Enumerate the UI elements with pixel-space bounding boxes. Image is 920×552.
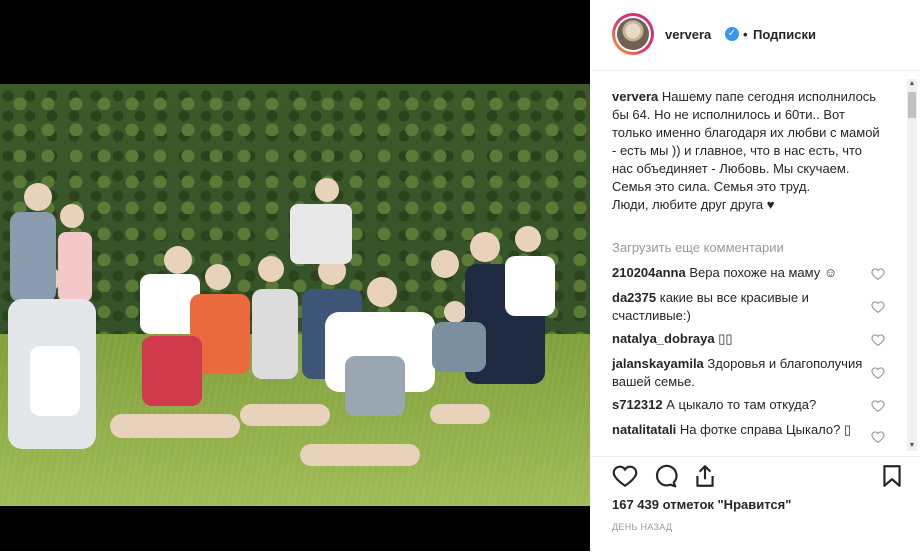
comments-list[interactable]: ververa Нашему папе сегодня исполнилось … — [590, 71, 920, 456]
comment-username[interactable]: da2375 — [612, 290, 656, 305]
scroll-down-arrow-icon[interactable]: ▼ — [907, 441, 917, 451]
comment-text: На фотке справа Цыкало? ▯ — [679, 422, 852, 437]
comment-username[interactable]: 210204anna — [612, 265, 686, 280]
likes-count[interactable]: 167 439 отметок "Нравится" — [612, 497, 791, 512]
share-icon[interactable] — [692, 463, 718, 489]
comment-like-heart-icon[interactable] — [871, 399, 885, 413]
scroll-up-arrow-icon[interactable]: ▲ — [907, 79, 917, 89]
comment-username[interactable]: natalitatali — [612, 422, 676, 437]
comment-text: ▯▯ — [718, 331, 733, 346]
following-button[interactable]: Подписки — [753, 27, 816, 42]
post-timestamp[interactable]: ДЕНЬ НАЗАД — [612, 522, 672, 532]
caption-line-3: Люди, любите друг друга ♥ — [612, 197, 775, 212]
post-caption: ververa Нашему папе сегодня исполнилось … — [612, 88, 882, 214]
comments-scrollbar[interactable]: ▲ ▼ — [907, 79, 917, 451]
comment-like-heart-icon[interactable] — [871, 300, 885, 314]
media-area — [0, 0, 590, 551]
comment-icon[interactable] — [652, 463, 678, 489]
comment-username[interactable]: s712312 — [612, 397, 663, 412]
comment-item: 210204anna Вера похоже на маму ☺ — [612, 264, 874, 282]
comment-item: s712312 А цыкало то там откуда? — [612, 396, 874, 414]
comment-text: А цыкало то там откуда? — [666, 397, 817, 412]
separator-dot: • — [743, 27, 748, 42]
verified-badge-icon: ✓ — [725, 27, 739, 41]
heart-icon[interactable] — [612, 463, 638, 489]
comment-item: natalya_dobraya ▯▯ — [612, 330, 874, 348]
post-photo[interactable] — [0, 84, 590, 506]
comment-item: da2375 какие вы все красивые и счастливы… — [612, 289, 874, 325]
comment-like-heart-icon[interactable] — [871, 430, 885, 444]
scrollbar-thumb[interactable] — [908, 92, 916, 118]
bookmark-icon[interactable] — [879, 463, 905, 489]
avatar-image — [617, 18, 649, 50]
comment-item: natalitatali На фотке справа Цыкало? ▯ — [612, 421, 874, 439]
comment-like-heart-icon[interactable] — [871, 333, 885, 347]
comment-item: jalanskayamila Здоровья и благополучия в… — [612, 355, 874, 391]
comment-like-heart-icon[interactable] — [871, 366, 885, 380]
caption-username[interactable]: ververa — [612, 89, 658, 104]
load-more-comments-button[interactable]: Загрузить еще комментарии — [612, 240, 784, 255]
comment-username[interactable]: natalya_dobraya — [612, 331, 715, 346]
header-username[interactable]: ververa — [665, 27, 711, 42]
post-header: ververa ✓ • Подписки — [590, 0, 920, 71]
comment-like-heart-icon[interactable] — [871, 267, 885, 281]
caption-line-2: Семья это сила. Семья это труд. — [612, 179, 811, 194]
comment-text: Вера похоже на маму ☺ — [689, 265, 838, 280]
family-group-figures — [8, 178, 555, 466]
instagram-post-view: ververa ✓ • Подписки ververa Нашему папе… — [0, 0, 920, 551]
post-actions: 167 439 отметок "Нравится" ДЕНЬ НАЗАД — [590, 456, 920, 552]
avatar[interactable] — [612, 13, 654, 55]
post-sidebar: ververa ✓ • Подписки ververa Нашему папе… — [590, 0, 920, 551]
comment-username[interactable]: jalanskayamila — [612, 356, 704, 371]
